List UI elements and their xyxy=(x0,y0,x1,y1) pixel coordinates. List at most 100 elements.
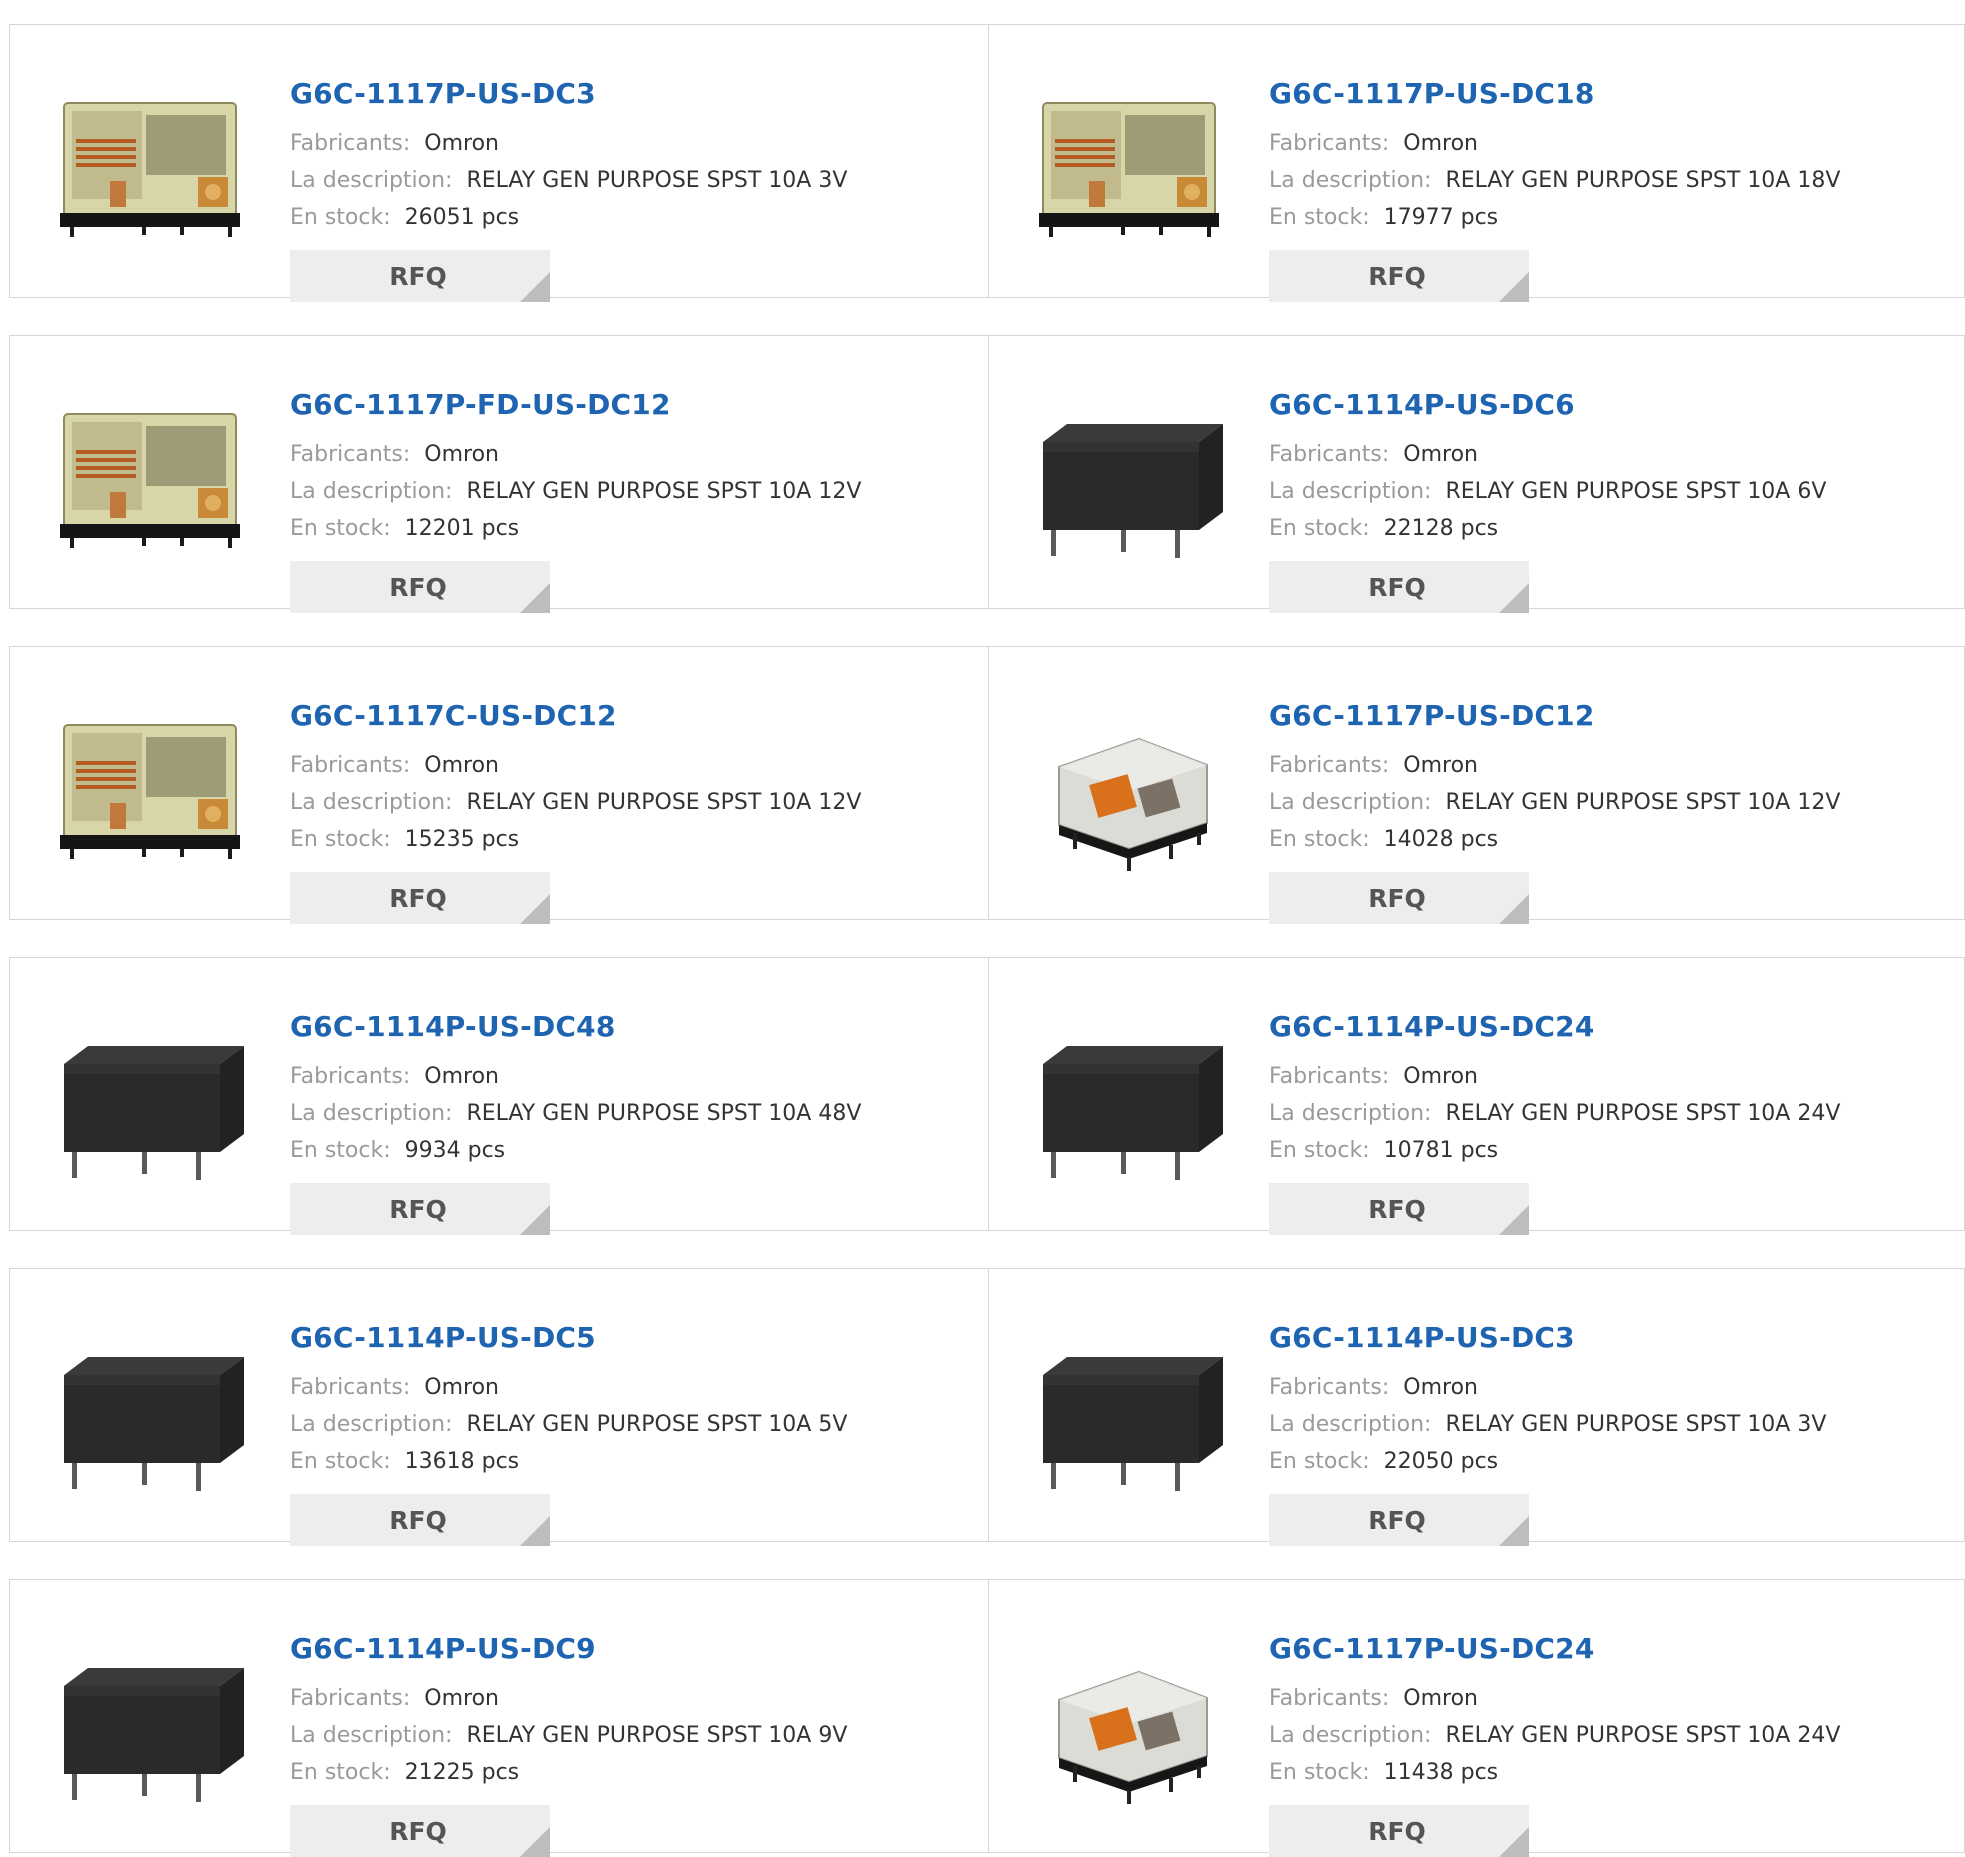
part-number-link[interactable]: G6C-1114P-US-DC6 xyxy=(1269,388,1575,421)
part-number-link[interactable]: G6C-1117P-US-DC24 xyxy=(1269,1632,1595,1665)
manufacturer-label: Fabricants: xyxy=(1269,1686,1390,1711)
manufacturer-label: Fabricants: xyxy=(290,131,411,156)
rfq-button[interactable]: RFQ xyxy=(290,561,550,613)
rfq-button[interactable]: RFQ xyxy=(1269,1183,1529,1235)
rfq-button[interactable]: RFQ xyxy=(290,1183,550,1235)
description-line: La description: RELAY GEN PURPOSE SPST 10… xyxy=(1269,1412,1826,1437)
product-image[interactable] xyxy=(1029,65,1229,265)
rfq-label: RFQ xyxy=(389,262,447,291)
rfq-button[interactable]: RFQ xyxy=(1269,561,1529,613)
product-image[interactable] xyxy=(1029,376,1229,576)
product-image[interactable] xyxy=(1029,687,1229,887)
manufacturer-value: Omron xyxy=(1403,753,1478,778)
part-number-link[interactable]: G6C-1114P-US-DC5 xyxy=(290,1321,596,1354)
stock-line: En stock: 11438 pcs xyxy=(1269,1760,1498,1785)
rfq-button[interactable]: RFQ xyxy=(290,250,550,302)
rfq-label: RFQ xyxy=(1368,262,1426,291)
manufacturer-value: Omron xyxy=(424,753,499,778)
part-number-link[interactable]: G6C-1114P-US-DC9 xyxy=(290,1632,596,1665)
rfq-button[interactable]: RFQ xyxy=(1269,1494,1529,1546)
manufacturer-value: Omron xyxy=(424,442,499,467)
rfq-label: RFQ xyxy=(389,884,447,913)
rfq-button[interactable]: RFQ xyxy=(290,872,550,924)
product-image[interactable] xyxy=(50,1309,250,1509)
manufacturer-label: Fabricants: xyxy=(290,1064,411,1089)
corner-triangle-icon xyxy=(1499,272,1529,302)
product-image[interactable] xyxy=(50,687,250,887)
manufacturer-line: Fabricants: Omron xyxy=(1269,131,1478,156)
product-card: G6C-1114P-US-DC6 Fabricants: Omron La des… xyxy=(988,336,1965,613)
manufacturer-line: Fabricants: Omron xyxy=(290,1064,499,1089)
manufacturer-label: Fabricants: xyxy=(290,442,411,467)
description-line: La description: RELAY GEN PURPOSE SPST 10… xyxy=(1269,1723,1840,1748)
product-row: G6C-1117P-US-DC3 Fabricants: Omron La des… xyxy=(9,24,1965,302)
relay-black-icon xyxy=(1043,1357,1223,1491)
product-image[interactable] xyxy=(50,65,250,265)
stock-line: En stock: 14028 pcs xyxy=(1269,827,1498,852)
manufacturer-line: Fabricants: Omron xyxy=(290,1375,499,1400)
part-number-link[interactable]: G6C-1114P-US-DC24 xyxy=(1269,1010,1595,1043)
manufacturer-line: Fabricants: Omron xyxy=(290,753,499,778)
description-value: RELAY GEN PURPOSE SPST 10A 18V xyxy=(1445,168,1841,193)
description-line: La description: RELAY GEN PURPOSE SPST 10… xyxy=(1269,1101,1840,1126)
stock-line: En stock: 17977 pcs xyxy=(1269,205,1498,230)
rfq-label: RFQ xyxy=(1368,1506,1426,1535)
rfq-button[interactable]: RFQ xyxy=(1269,872,1529,924)
rfq-button[interactable]: RFQ xyxy=(290,1494,550,1546)
description-value: RELAY GEN PURPOSE SPST 10A 6V xyxy=(1445,479,1827,504)
relay-black-icon xyxy=(64,1668,244,1802)
description-line: La description: RELAY GEN PURPOSE SPST 10… xyxy=(1269,168,1840,193)
product-image[interactable] xyxy=(50,998,250,1198)
product-card: G6C-1114P-US-DC3 Fabricants: Omron La des… xyxy=(988,1269,1965,1546)
stock-line: En stock: 12201 pcs xyxy=(290,516,519,541)
description-value: RELAY GEN PURPOSE SPST 10A 12V xyxy=(1445,790,1841,815)
stock-label: En stock: xyxy=(290,205,391,230)
description-line: La description: RELAY GEN PURPOSE SPST 10… xyxy=(290,479,861,504)
part-number-link[interactable]: G6C-1117P-FD-US-DC12 xyxy=(290,388,671,421)
part-number-link[interactable]: G6C-1117P-US-DC12 xyxy=(1269,699,1595,732)
stock-label: En stock: xyxy=(290,1138,391,1163)
product-image[interactable] xyxy=(1029,1620,1229,1820)
stock-line: En stock: 22128 pcs xyxy=(1269,516,1498,541)
product-card: G6C-1117C-US-DC12 Fabricants: Omron La de… xyxy=(10,647,988,924)
corner-triangle-icon xyxy=(1499,583,1529,613)
manufacturer-value: Omron xyxy=(424,1064,499,1089)
description-label: La description: xyxy=(1269,1412,1432,1437)
manufacturer-line: Fabricants: Omron xyxy=(290,1686,499,1711)
stock-label: En stock: xyxy=(1269,1760,1370,1785)
rfq-button[interactable]: RFQ xyxy=(290,1805,550,1857)
description-line: La description: RELAY GEN PURPOSE SPST 10… xyxy=(1269,790,1840,815)
part-number-link[interactable]: G6C-1117P-US-DC18 xyxy=(1269,77,1595,110)
rfq-button[interactable]: RFQ xyxy=(1269,250,1529,302)
product-image[interactable] xyxy=(1029,1309,1229,1509)
corner-triangle-icon xyxy=(1499,1827,1529,1857)
product-image[interactable] xyxy=(50,1620,250,1820)
description-line: La description: RELAY GEN PURPOSE SPST 10… xyxy=(290,1412,847,1437)
part-number-link[interactable]: G6C-1114P-US-DC3 xyxy=(1269,1321,1575,1354)
description-label: La description: xyxy=(290,479,453,504)
description-label: La description: xyxy=(1269,168,1432,193)
description-line: La description: RELAY GEN PURPOSE SPST 10… xyxy=(290,790,861,815)
product-image[interactable] xyxy=(1029,998,1229,1198)
product-card: G6C-1117P-US-DC3 Fabricants: Omron La des… xyxy=(10,25,988,302)
product-row: G6C-1117C-US-DC12 Fabricants: Omron La de… xyxy=(9,646,1965,924)
product-image[interactable] xyxy=(50,376,250,576)
relay-clear-icon xyxy=(60,413,240,548)
manufacturer-value: Omron xyxy=(1403,442,1478,467)
stock-label: En stock: xyxy=(1269,827,1370,852)
description-label: La description: xyxy=(290,790,453,815)
stock-line: En stock: 26051 pcs xyxy=(290,205,519,230)
part-number-link[interactable]: G6C-1117C-US-DC12 xyxy=(290,699,617,732)
manufacturer-value: Omron xyxy=(424,1686,499,1711)
rfq-label: RFQ xyxy=(389,1506,447,1535)
product-row: G6C-1117P-FD-US-DC12 Fabricants: Omron La… xyxy=(9,335,1965,613)
product-card: G6C-1117P-FD-US-DC12 Fabricants: Omron La… xyxy=(10,336,988,613)
rfq-button[interactable]: RFQ xyxy=(1269,1805,1529,1857)
part-number-link[interactable]: G6C-1117P-US-DC3 xyxy=(290,77,596,110)
corner-triangle-icon xyxy=(520,1516,550,1546)
description-value: RELAY GEN PURPOSE SPST 10A 24V xyxy=(1445,1101,1841,1126)
product-card: G6C-1114P-US-DC5 Fabricants: Omron La des… xyxy=(10,1269,988,1546)
manufacturer-value: Omron xyxy=(1403,1375,1478,1400)
part-number-link[interactable]: G6C-1114P-US-DC48 xyxy=(290,1010,616,1043)
stock-label: En stock: xyxy=(1269,205,1370,230)
